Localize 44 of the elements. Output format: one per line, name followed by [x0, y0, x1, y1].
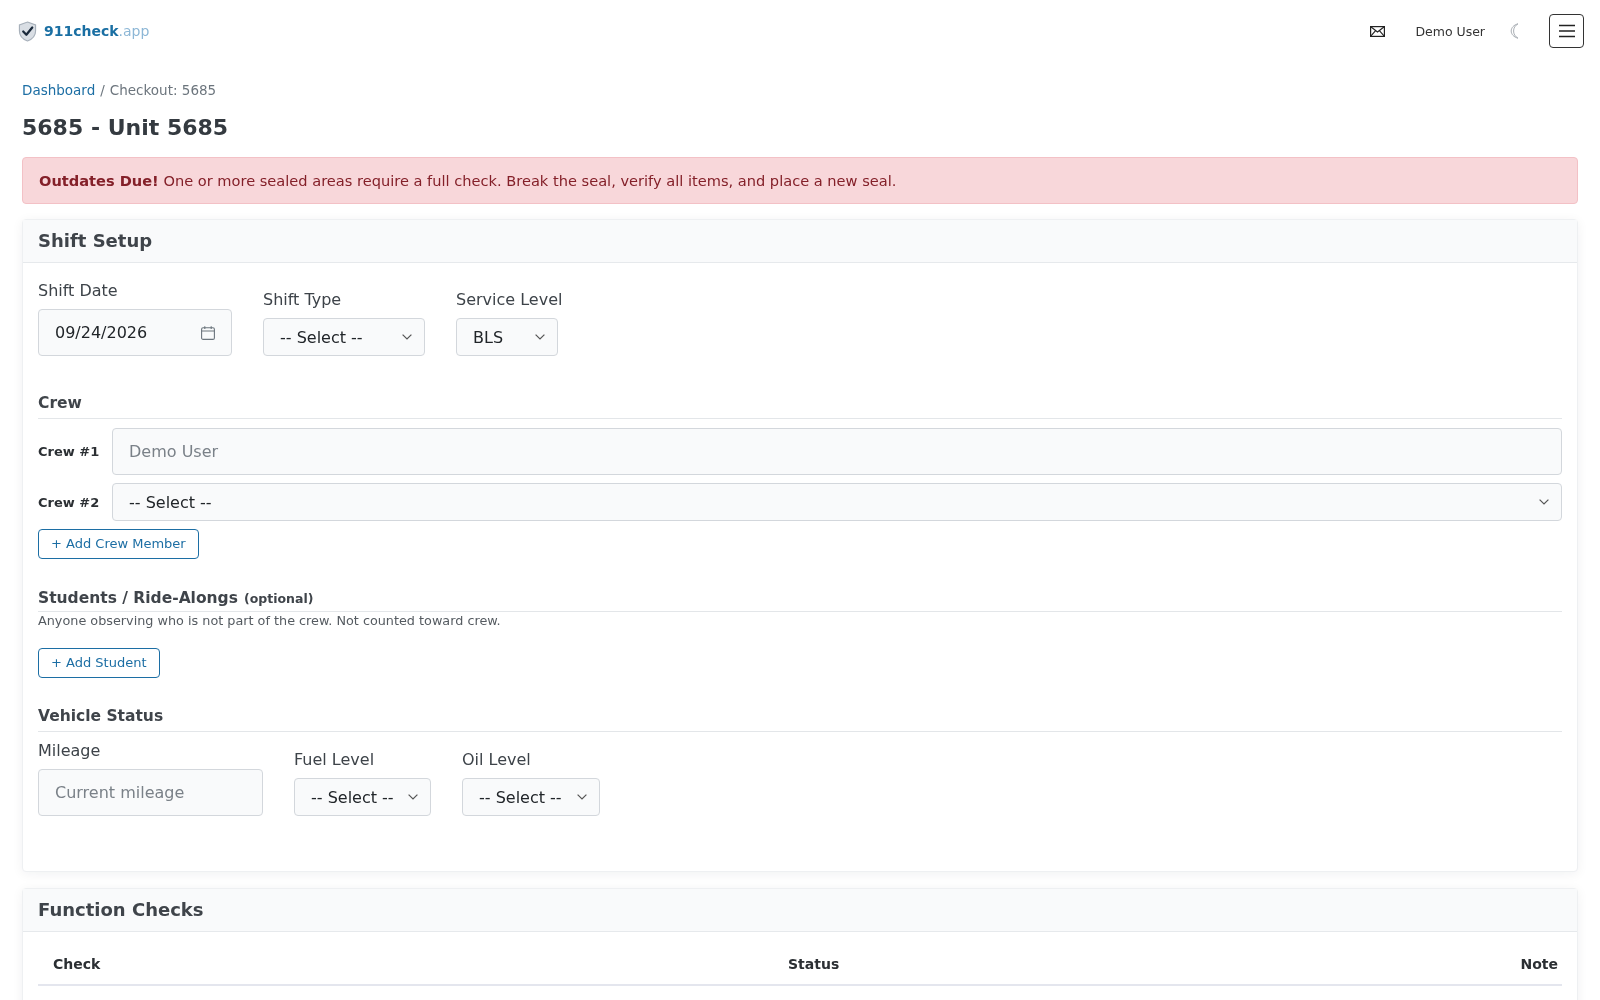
brand-link[interactable]: 911check.app [18, 20, 150, 42]
select-field[interactable]: -- Select -- [263, 318, 425, 356]
breadcrumb-link[interactable]: Dashboard [22, 80, 96, 100]
add-crew-member-button[interactable]: + Add Crew Member [38, 529, 199, 559]
shield-check-icon [18, 20, 37, 42]
field-label: Fuel Level [294, 749, 376, 771]
chevron-down-icon [402, 334, 412, 340]
text-field[interactable]: Current mileage [38, 769, 263, 816]
page-title: 5685 - Unit 5685 [22, 114, 230, 142]
menu-button[interactable] [1549, 14, 1584, 48]
field-label: Shift Date [38, 280, 119, 302]
optional-note: (optional) [243, 591, 314, 606]
user-name[interactable]: Demo User [1415, 23, 1485, 39]
select-field[interactable]: -- Select -- [112, 483, 1562, 521]
card-title: Shift Setup [38, 230, 154, 252]
column-header: Note [1520, 956, 1558, 972]
chevron-down-icon [1539, 499, 1549, 505]
text-field[interactable]: Demo User [112, 428, 1562, 475]
section-description: Anyone observing who is not part of the crew. Not counted toward crew. [38, 612, 502, 630]
crew-label: Crew #1 [38, 444, 101, 459]
card-title: Function Checks [38, 899, 205, 921]
column-header: Check [53, 956, 101, 972]
select-field[interactable]: BLS [456, 318, 558, 356]
crew-label: Crew #2 [38, 494, 101, 510]
breadcrumb-current: Checkout: 5685 [109, 81, 217, 100]
calendar-icon [201, 325, 215, 340]
section-heading: Students / Ride-Alongs [38, 588, 238, 609]
date-field[interactable]: 09/24/2026 [38, 309, 232, 356]
column-header: Status [788, 956, 840, 972]
chevron-down-icon [408, 794, 418, 800]
add-student-button[interactable]: + Add Student [38, 648, 160, 678]
select-field[interactable]: -- Select -- [294, 778, 431, 816]
alert-banner: Outdates Due! One or more sealed areas require a full check. Break the seal, verify all items, and place a new seal. [22, 157, 1578, 204]
section-heading: Vehicle Status [38, 706, 164, 727]
field-label: Oil Level [462, 749, 532, 771]
chevron-down-icon [577, 794, 587, 800]
section-heading: Crew [38, 393, 82, 414]
breadcrumb-separator: / [100, 81, 105, 100]
field-label: Mileage [38, 740, 102, 762]
field-label: Shift Type [263, 289, 343, 311]
chevron-down-icon [535, 334, 545, 340]
menu-icon [1558, 24, 1575, 38]
envelope-icon[interactable] [1370, 25, 1386, 37]
select-field[interactable]: -- Select -- [462, 778, 600, 816]
